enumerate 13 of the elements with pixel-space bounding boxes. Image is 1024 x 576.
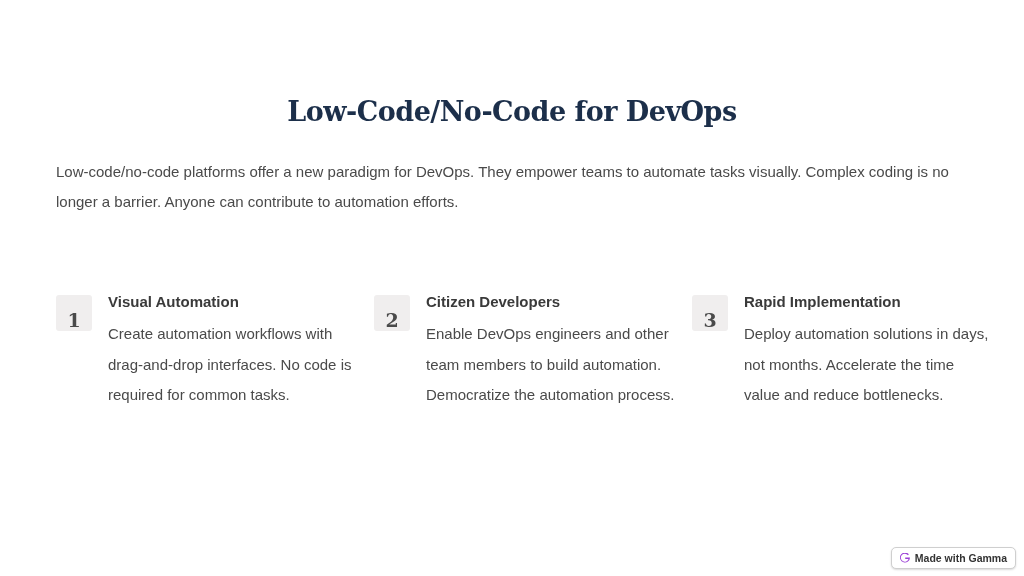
slide-title: Low-Code/No-Code for DevOps bbox=[286, 96, 738, 127]
made-with-gamma-badge[interactable]: Made with Gamma bbox=[890, 547, 1016, 569]
step-heading: Visual Automation bbox=[108, 293, 240, 311]
step-heading: Rapid Implementation bbox=[744, 293, 902, 311]
step-description: Deploy automation solutions in days, not months. Accelerate the time value and reduce bottlenecks. bbox=[744, 324, 990, 405]
step-number: 3 bbox=[692, 295, 728, 331]
intro-paragraph: Low-code/no-code platforms offer a new paradigm for DevOps. They empower teams to automate tasks visually. Complex coding is no longer a barrier. Anyone can contribute to automation efforts. bbox=[56, 162, 950, 212]
step-description: Create automation workflows with drag-and-drop interfaces. No code is required for common tasks. bbox=[108, 324, 353, 405]
step-description: Enable DevOps engineers and other team members to build automation. Democratize the automation process. bbox=[426, 324, 676, 405]
step-number: 1 bbox=[56, 295, 92, 331]
step-heading: Citizen Developers bbox=[426, 293, 562, 311]
step-number: 2 bbox=[374, 295, 410, 331]
logo-icon bbox=[899, 553, 910, 563]
